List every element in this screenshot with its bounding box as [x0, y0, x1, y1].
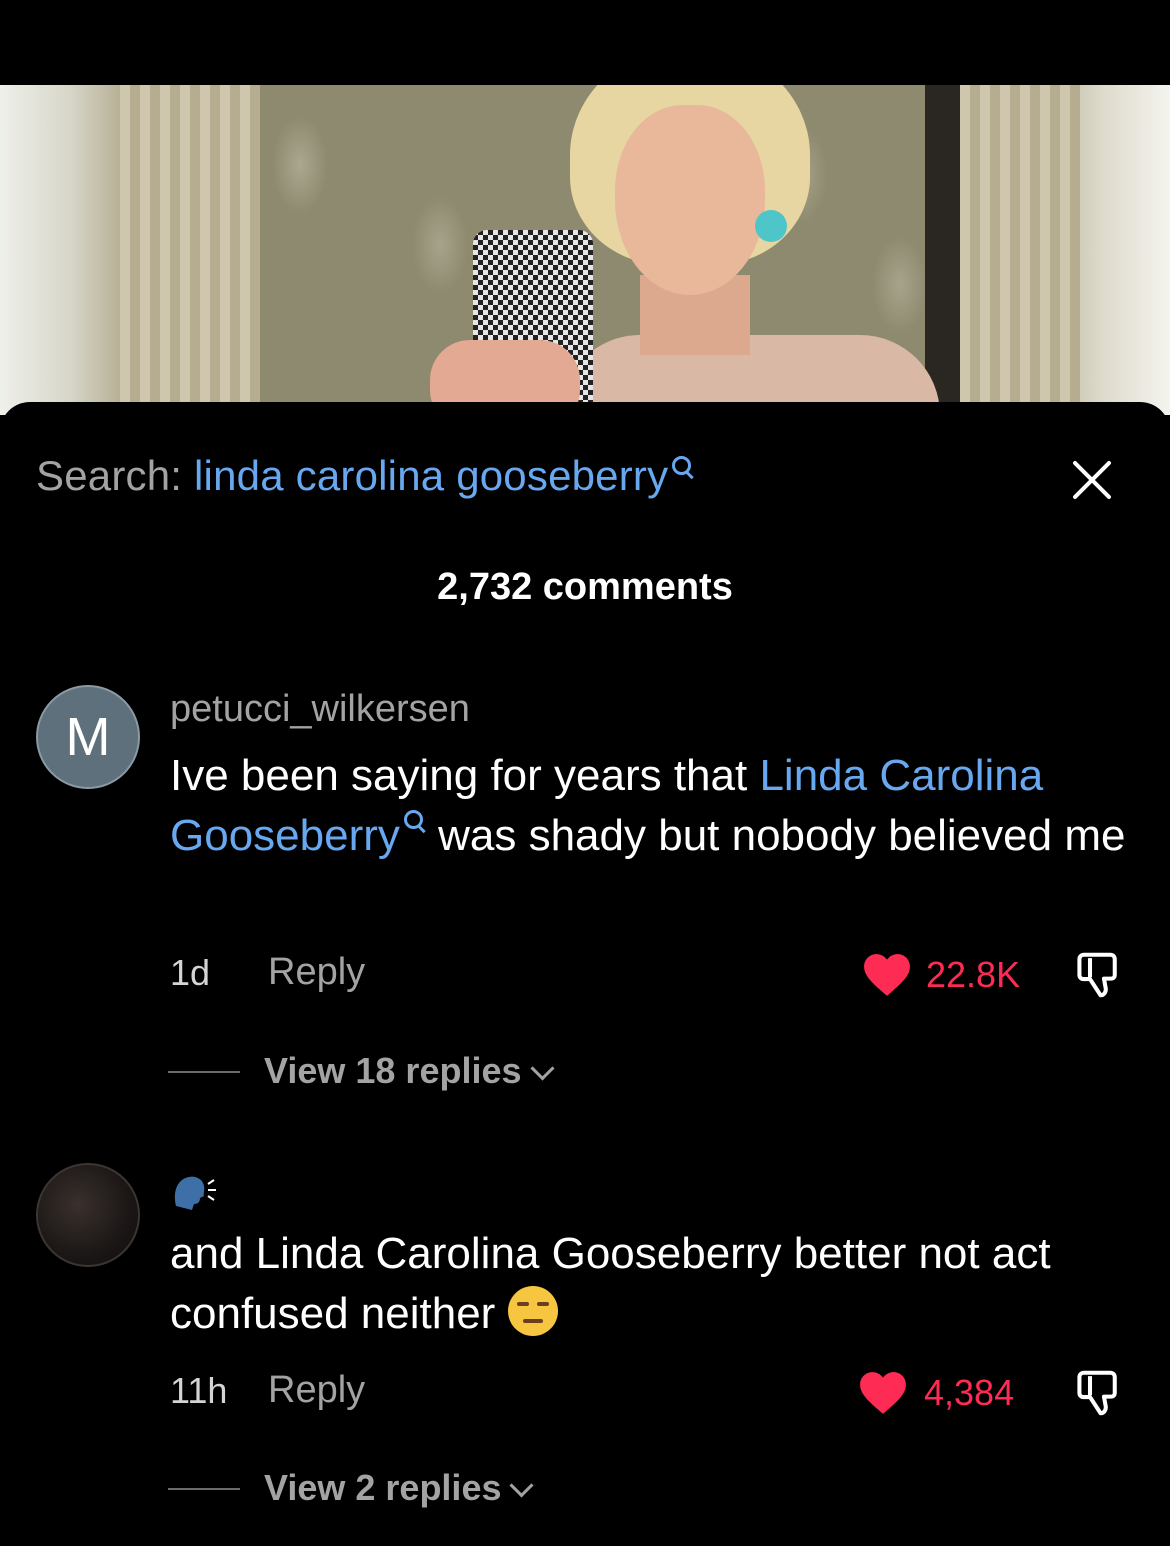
avatar-letter: M	[65, 707, 111, 767]
search-prefix: Search:	[36, 452, 183, 499]
unamused-face-emoji	[507, 1286, 558, 1336]
heart-icon[interactable]	[858, 1370, 908, 1416]
comment-username[interactable]: petucci_wilkersen	[170, 688, 470, 731]
chevron-down-icon	[509, 1473, 535, 1498]
view-replies-button[interactable]: View 2 replies	[264, 1467, 535, 1509]
avatar[interactable]	[36, 1163, 140, 1267]
comment-text-part: and Linda Carolina Gooseberry better not…	[170, 1229, 1051, 1338]
comment-text: and Linda Carolina Gooseberry better not…	[170, 1224, 1145, 1344]
video-preview[interactable]	[0, 85, 1170, 415]
comment-time: 11h	[170, 1370, 228, 1411]
view-replies-label: View 2 replies	[264, 1467, 502, 1508]
speaking-head-icon	[174, 1176, 216, 1210]
like-count: 4,384	[924, 1372, 1015, 1413]
comment-text: Ive been saying for years that Linda Car…	[170, 746, 1145, 866]
curtain-left	[120, 85, 260, 415]
heart-icon[interactable]	[862, 952, 912, 998]
dislike-icon[interactable]	[1072, 948, 1126, 1002]
curtain-right	[960, 85, 1080, 415]
close-icon[interactable]	[1064, 452, 1120, 508]
dislike-icon[interactable]	[1072, 1366, 1126, 1420]
search-icon[interactable]	[670, 454, 694, 480]
like-count: 22.8K	[926, 954, 1021, 995]
chevron-down-icon	[529, 1056, 555, 1081]
earring	[755, 210, 787, 242]
replies-divider	[168, 1488, 240, 1490]
view-replies-button[interactable]: View 18 replies	[264, 1050, 555, 1092]
avatar[interactable]: M	[36, 685, 140, 789]
mirror-frame	[925, 85, 965, 415]
comment-time: 1d	[170, 952, 211, 993]
comment-text-part: Ive been saying for years that	[170, 751, 760, 800]
comments-sheet: Search: linda carolina gooseberry 2,732 …	[0, 402, 1170, 1546]
status-bar	[0, 0, 1170, 85]
reply-button[interactable]: Reply	[268, 951, 365, 994]
replies-divider	[168, 1071, 240, 1073]
search-icon[interactable]	[402, 808, 426, 834]
search-header[interactable]: Search: linda carolina gooseberry	[36, 452, 694, 500]
view-replies-label: View 18 replies	[264, 1050, 522, 1091]
search-query-link[interactable]: linda carolina gooseberry	[194, 452, 668, 499]
reply-button[interactable]: Reply	[268, 1369, 365, 1412]
comments-count: 2,732 comments	[437, 566, 733, 608]
comment-text-part: was shady but nobody believed me	[425, 811, 1126, 860]
person-face	[615, 105, 765, 295]
